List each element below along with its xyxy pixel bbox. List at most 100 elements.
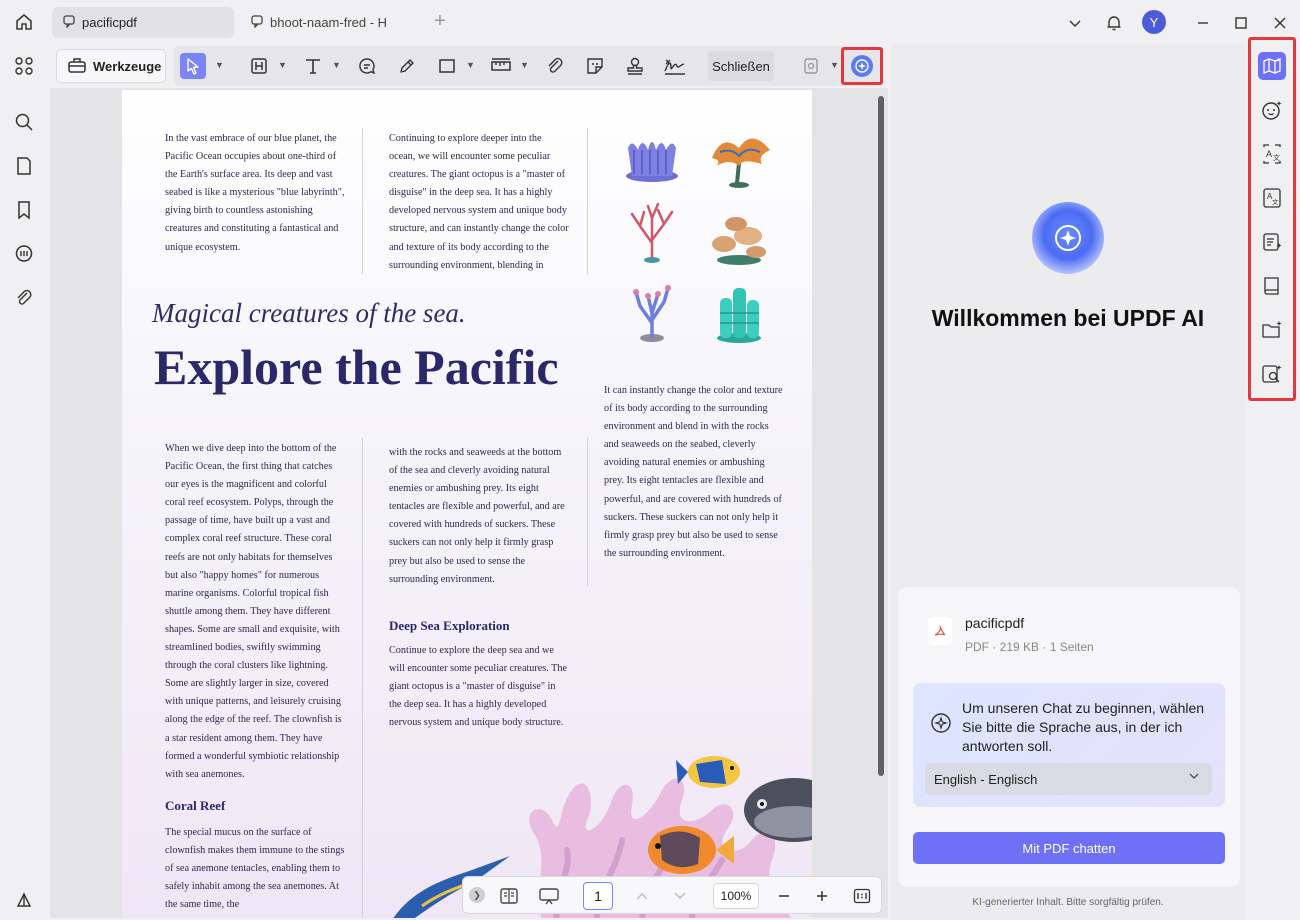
shield-icon[interactable] <box>798 53 824 79</box>
close-button[interactable]: Schließen <box>708 51 774 81</box>
file-meta: PDF · 219 KB · 1 Seiten <box>965 640 1094 654</box>
sticker-icon[interactable] <box>582 53 608 79</box>
svg-text:A: A <box>1266 149 1272 159</box>
coral-mushroom-cluster <box>712 217 766 265</box>
tab-label: pacificpdf <box>82 15 137 30</box>
vertical-scrollbar[interactable] <box>878 96 884 776</box>
note-icon[interactable] <box>354 53 380 79</box>
coral-red-branch <box>630 202 674 263</box>
home-icon[interactable] <box>10 8 38 36</box>
chevron-down-icon[interactable]: ▼ <box>830 60 839 70</box>
coral-teal-tube <box>717 288 761 343</box>
right-ai-tools-rail: A文 A文 <box>1246 37 1300 920</box>
tab-pacificpdf[interactable]: pacificpdf <box>52 7 234 38</box>
coral-purple-anemone <box>626 142 678 182</box>
pdf-file-icon <box>928 617 952 645</box>
bookmark-icon[interactable] <box>12 198 36 222</box>
ai-search-icon[interactable] <box>1258 360 1286 388</box>
translate-document-icon[interactable]: A文 <box>1258 184 1286 212</box>
chevron-up-icon[interactable] <box>631 885 653 907</box>
toolbar: Werkzeuge ▼ ▼ ▼ ▼ ▼ Schließen ▼ <box>50 44 888 88</box>
highlight-icon[interactable] <box>246 53 272 79</box>
zoom-in-icon[interactable] <box>811 885 833 907</box>
ai-chat-bot-icon[interactable] <box>1258 96 1286 124</box>
tools-button[interactable]: Werkzeuge <box>56 49 166 83</box>
avatar[interactable]: Y <box>1142 10 1166 34</box>
chevron-down-icon[interactable] <box>1062 10 1088 36</box>
chevron-down-icon <box>1188 772 1200 783</box>
text-icon[interactable] <box>300 53 326 79</box>
ai-assistant-panel: Willkommen bei UPDF AI pacificpdf PDF · … <box>890 44 1246 920</box>
coral-illustrations <box>626 138 770 343</box>
bell-icon[interactable] <box>1101 10 1127 36</box>
coral-pink-blue <box>633 285 671 342</box>
coral-orange-fan <box>712 138 770 188</box>
file-name: pacificpdf <box>965 615 1025 631</box>
document-viewport[interactable]: In the vast embrace of our blue planet, … <box>50 88 888 918</box>
zoom-out-icon[interactable] <box>773 885 795 907</box>
maximize-icon[interactable] <box>1228 10 1254 36</box>
pufferfish <box>744 778 812 842</box>
ai-orb-icon <box>1032 202 1104 274</box>
presentation-icon[interactable] <box>538 885 560 907</box>
chat-with-pdf-button[interactable]: Mit PDF chatten <box>913 832 1225 864</box>
paragraph: It can instantly change the color and te… <box>604 385 783 559</box>
zoom-level[interactable]: 100% <box>713 883 759 909</box>
search-icon[interactable] <box>12 110 36 134</box>
attachment-icon[interactable] <box>12 286 36 310</box>
pdf-page: In the vast embrace of our blue planet, … <box>122 90 812 918</box>
ai-disclaimer: KI-generierter Inhalt. Bitte sorgfältig … <box>972 897 1164 908</box>
chevron-down-icon[interactable]: ▼ <box>520 60 529 70</box>
grid-icon[interactable] <box>12 54 36 78</box>
chevron-down-icon[interactable]: ▼ <box>215 60 224 70</box>
book-icon[interactable] <box>1258 272 1286 300</box>
ai-folder-icon[interactable] <box>1258 316 1286 344</box>
ai-summary-icon[interactable] <box>1258 228 1286 256</box>
chevron-right-icon[interactable]: ❯ <box>469 887 485 903</box>
svg-text:文: 文 <box>1272 197 1279 206</box>
chevron-down-icon[interactable]: ▼ <box>466 60 475 70</box>
rectangle-icon[interactable] <box>434 53 460 79</box>
column-divider <box>362 128 363 274</box>
section-heading: Coral Reef <box>165 798 226 813</box>
highlight-box <box>1248 37 1296 401</box>
document-tab-icon <box>62 14 76 31</box>
ai-reader-icon[interactable] <box>1258 52 1286 80</box>
minimize-icon[interactable] <box>1190 10 1216 36</box>
updf-ai-button[interactable] <box>841 47 883 85</box>
page-thumbnails-icon[interactable] <box>12 154 36 178</box>
comment-icon[interactable] <box>12 242 36 266</box>
pencil-icon[interactable] <box>394 53 420 79</box>
actual-size-icon[interactable] <box>851 885 873 907</box>
signature-icon[interactable] <box>662 53 688 79</box>
svg-text:文: 文 <box>1273 153 1280 162</box>
chevron-down-icon[interactable]: ▼ <box>278 60 287 70</box>
page-layout-icon[interactable] <box>498 885 520 907</box>
chevron-down-icon[interactable] <box>669 885 691 907</box>
page-title: Explore the Pacific <box>154 339 559 395</box>
paragraph: The special mucus on the surface of clow… <box>165 827 345 911</box>
paragraph: Continuing to explore deeper into the oc… <box>389 133 569 271</box>
paragraph: When we dive deep into the bottom of the… <box>165 443 342 780</box>
tab-bhoot-naam-fred[interactable]: bhoot-naam-fred - H <box>240 7 420 38</box>
page-number-input[interactable]: 1 <box>583 882 613 910</box>
chevron-down-icon[interactable]: ▼ <box>332 60 341 70</box>
tools-label: Werkzeuge <box>93 58 162 74</box>
language-select[interactable]: English - Englisch <box>925 763 1212 795</box>
chat-card: pacificpdf PDF · 219 KB · 1 Seiten Um un… <box>898 587 1240 887</box>
theme-icon[interactable] <box>12 888 36 912</box>
ai-welcome-heading: Willkommen bei UPDF AI <box>931 305 1205 331</box>
measure-icon[interactable] <box>488 53 514 79</box>
page-subtitle: Magical creatures of the sea. <box>152 298 466 328</box>
left-sidebar <box>0 44 48 920</box>
close-icon[interactable] <box>1267 10 1293 36</box>
select-cursor-icon[interactable] <box>180 53 206 79</box>
column-divider <box>587 438 588 586</box>
ai-translate-icon[interactable]: A文 <box>1258 140 1286 168</box>
tab-label: bhoot-naam-fred - H <box>270 15 388 30</box>
section-heading: Deep Sea Exploration <box>389 618 510 633</box>
title-bar: pacificpdf bhoot-naam-fred - H + Y <box>0 0 1300 44</box>
attach-file-icon[interactable] <box>542 53 568 79</box>
stamp-icon[interactable] <box>622 53 648 79</box>
add-tab-button[interactable]: + <box>430 11 450 32</box>
